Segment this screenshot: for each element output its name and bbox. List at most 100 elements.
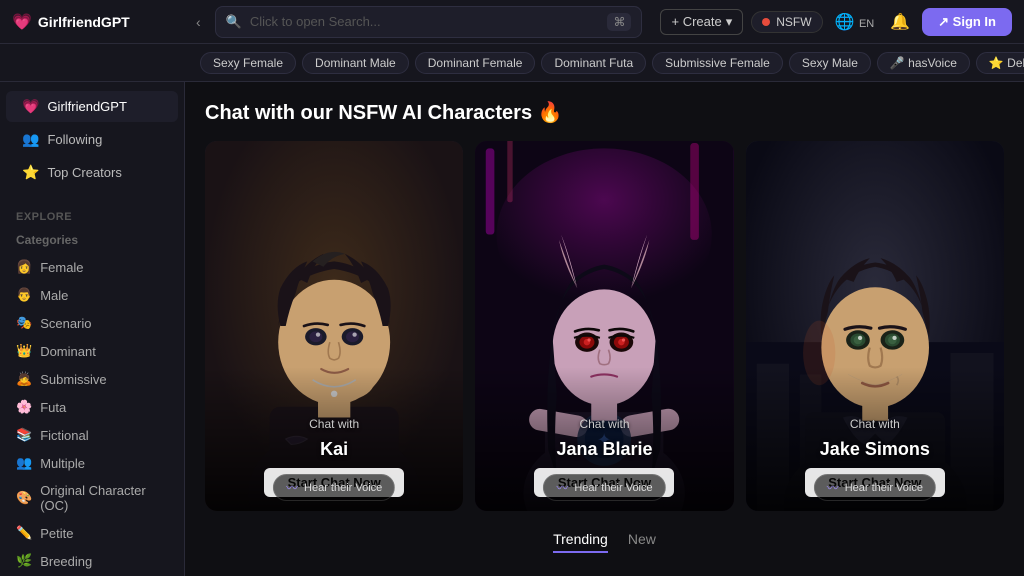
sidebar-item-label: Top Creators [47, 165, 121, 180]
tag-deluxe[interactable]: ⭐ Deluxe [976, 52, 1024, 74]
oc-icon: 🎨 [16, 490, 32, 506]
search-shortcut-button[interactable]: ⌘ [607, 13, 631, 31]
petite-icon: ✏️ [16, 525, 32, 541]
submissive-icon: 🙇 [16, 371, 32, 387]
sidebar-cat-scenario[interactable]: 🎭 Scenario [0, 310, 184, 336]
cat-label: Petite [40, 526, 73, 541]
categories-text: Categories [16, 233, 78, 247]
sidebar-item-label: GirlfriendGPT [47, 99, 126, 114]
sidebar-cat-oc[interactable]: 🎨 Original Character (OC) [0, 478, 184, 518]
signin-button[interactable]: ↗ Sign In [922, 8, 1012, 36]
cat-label: Multiple [40, 456, 85, 471]
sidebar-cat-petite[interactable]: ✏️ Petite [0, 520, 184, 546]
sidebar-cat-submissive[interactable]: 🙇 Submissive [0, 366, 184, 392]
following-icon: 👥 [22, 131, 39, 148]
sidebar-item-top-creators[interactable]: ⭐ Top Creators [6, 157, 178, 188]
main-layout: 💗 GirlfriendGPT 👥 Following ⭐ Top Creato… [0, 82, 1024, 576]
notifications-button[interactable]: 🔔 [886, 8, 914, 36]
character-card-jake[interactable]: Chat with Jake Simons Start Chat Now 〰 H… [746, 141, 1004, 511]
tag-label: 🎤 hasVoice [890, 56, 957, 70]
create-label: + Create [671, 14, 721, 29]
sidebar-cat-female[interactable]: 👩 Female [0, 254, 184, 280]
kai-name: Kai [320, 439, 348, 460]
sidebar-item-following[interactable]: 👥 Following [6, 124, 178, 155]
tag-label: Dominant Female [428, 56, 523, 70]
sidebar-cat-breeding[interactable]: 🌿 Breeding [0, 548, 184, 574]
categories-label: Categories [0, 228, 184, 252]
cat-label: Original Character (OC) [40, 483, 168, 513]
nsfw-label: NSFW [776, 15, 811, 29]
sidebar-cat-fictional[interactable]: 📚 Fictional [0, 422, 184, 448]
tab-trending[interactable]: Trending [553, 531, 608, 553]
cat-label: Female [40, 260, 83, 275]
lang-label: EN [859, 18, 874, 30]
cat-label: Breeding [40, 554, 92, 569]
sidebar-cat-male[interactable]: 👨 Male [0, 282, 184, 308]
dominant-icon: 👑 [16, 343, 32, 359]
kai-chat-with: Chat with [309, 417, 359, 431]
fictional-icon: 📚 [16, 427, 32, 443]
sidebar-item-label: Following [47, 132, 102, 147]
sidebar: 💗 GirlfriendGPT 👥 Following ⭐ Top Creato… [0, 82, 185, 576]
tag-label: Dominant Male [315, 56, 396, 70]
create-button[interactable]: + Create ▾ [660, 9, 743, 35]
logo-area: 💗 GirlfriendGPT [12, 12, 182, 32]
multiple-icon: 👥 [16, 455, 32, 471]
tag-label: Dominant Futa [554, 56, 633, 70]
scenario-icon: 🎭 [16, 315, 32, 331]
nsfw-toggle[interactable]: NSFW [751, 11, 822, 33]
cat-label: Male [40, 288, 68, 303]
tag-label: Sexy Male [802, 56, 858, 70]
logo-icon: 💗 [12, 12, 32, 32]
sidebar-item-girlfriendgpt[interactable]: 💗 GirlfriendGPT [6, 91, 178, 122]
cards-grid: Chat with Kai Start Chat Now 〰 Hear thei… [205, 141, 1004, 511]
jana-name: Jana Blarie [556, 439, 652, 460]
kai-hear-voice-button[interactable]: 〰 Hear their Voice [273, 474, 395, 501]
cat-label: Futa [40, 400, 66, 415]
tag-dominant-futa[interactable]: Dominant Futa [541, 52, 646, 74]
hear-voice-label: Hear their Voice [845, 482, 923, 494]
tag-dominant-male[interactable]: Dominant Male [302, 52, 409, 74]
explore-label: Explore [0, 201, 184, 227]
character-card-jana[interactable]: ✦ [475, 141, 733, 511]
tab-new[interactable]: New [628, 531, 656, 553]
tag-sexy-male[interactable]: Sexy Male [789, 52, 871, 74]
search-bar[interactable]: 🔍 Click to open Search... ⌘ [215, 6, 643, 38]
wave-icon-jana: 〰 [556, 479, 568, 496]
sidebar-cat-dominant[interactable]: 👑 Dominant [0, 338, 184, 364]
tag-label: Submissive Female [665, 56, 770, 70]
jake-name: Jake Simons [820, 439, 930, 460]
jake-hear-voice-button[interactable]: 〰 Hear their Voice [814, 474, 936, 501]
search-placeholder-text: Click to open Search... [250, 14, 381, 29]
header-right: + Create ▾ NSFW 🌐 EN 🔔 ↗ Sign In [660, 8, 1012, 36]
header: 💗 GirlfriendGPT ‹ 🔍 Click to open Search… [0, 0, 1024, 44]
page-title: Chat with our NSFW AI Characters 🔥 [205, 100, 1004, 125]
jana-chat-with: Chat with [579, 417, 629, 431]
jana-hear-voice-button[interactable]: 〰 Hear their Voice [543, 474, 665, 501]
sidebar-cat-multiple[interactable]: 👥 Multiple [0, 450, 184, 476]
star-icon: ⭐ [22, 164, 39, 181]
hear-voice-label: Hear their Voice [574, 482, 652, 494]
translate-button[interactable]: 🌐 EN [831, 8, 879, 36]
tag-hasvoice[interactable]: 🎤 hasVoice [877, 52, 970, 74]
cat-label: Scenario [40, 316, 91, 331]
character-card-kai[interactable]: Chat with Kai Start Chat Now 〰 Hear thei… [205, 141, 463, 511]
jake-chat-with: Chat with [850, 417, 900, 431]
cat-label: Dominant [40, 344, 96, 359]
sidebar-cat-futa[interactable]: 🌸 Futa [0, 394, 184, 420]
tag-submissive-female[interactable]: Submissive Female [652, 52, 783, 74]
trending-tabs: Trending New [205, 531, 1004, 553]
cat-label: Fictional [40, 428, 88, 443]
male-icon: 👨 [16, 287, 32, 303]
wave-icon: 〰 [286, 479, 298, 496]
tag-dominant-female[interactable]: Dominant Female [415, 52, 536, 74]
tag-label: ⭐ Deluxe [989, 56, 1024, 70]
sidebar-collapse-button[interactable]: ‹ [192, 12, 205, 32]
tags-row: Sexy Female Dominant Male Dominant Femal… [0, 44, 1024, 82]
app-name: GirlfriendGPT [38, 14, 130, 30]
tag-sexy-female[interactable]: Sexy Female [200, 52, 296, 74]
female-icon: 👩 [16, 259, 32, 275]
nsfw-indicator [762, 18, 770, 26]
tag-label: Sexy Female [213, 56, 283, 70]
hear-voice-label: Hear their Voice [304, 482, 382, 494]
